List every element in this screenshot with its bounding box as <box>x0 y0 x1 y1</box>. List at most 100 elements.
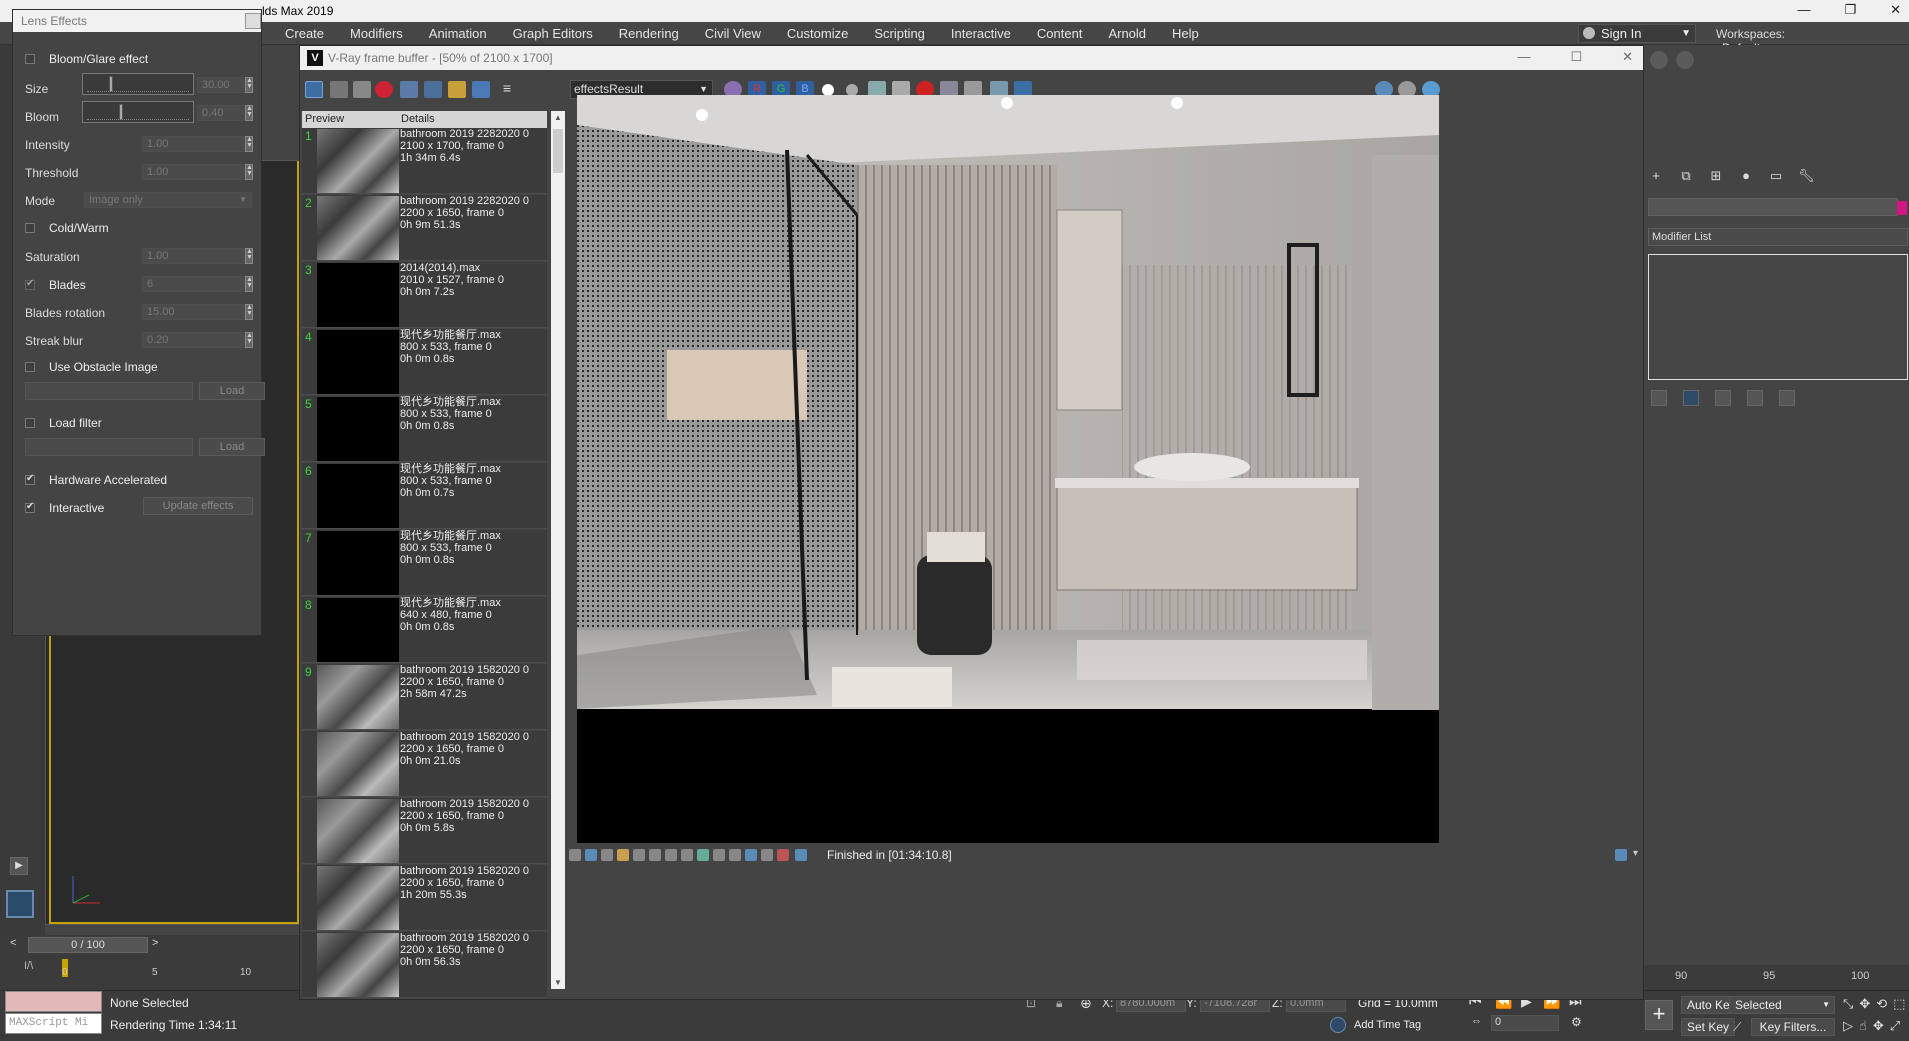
b-icon[interactable] <box>448 81 466 98</box>
right-track-bar[interactable]: 90 95 100 <box>1643 965 1909 990</box>
hardware-accelerated-checkbox[interactable] <box>25 473 35 485</box>
update-effects-button[interactable]: Update effects <box>143 497 253 515</box>
hierarchy-tab-icon[interactable]: ⊞ <box>1708 168 1724 184</box>
maxscript-listener-top[interactable] <box>5 991 102 1012</box>
exposure-icon[interactable] <box>697 849 709 861</box>
remove-modifier-icon[interactable] <box>1747 390 1763 406</box>
menu-animation[interactable]: Animation <box>416 26 500 41</box>
history-item[interactable]: 4 现代乡功能餐厅.max 800 x 533, frame 0 0h 0m 0.8s <box>302 329 547 395</box>
history-item[interactable]: bathroom 2019 1582020 0 2200 x 1650, fram… <box>302 865 547 931</box>
key-mode-icon[interactable]: ⇔ <box>1471 1015 1482 1027</box>
copy-to-max-icon[interactable] <box>400 81 418 98</box>
render-setup-icon[interactable] <box>1676 51 1694 69</box>
stats-icon[interactable] <box>633 849 645 861</box>
threshold-spinner[interactable]: ▲ ▼ <box>245 164 253 180</box>
load-filter-checkbox[interactable] <box>25 418 35 428</box>
vfb-maximize-button[interactable]: ☐ <box>1570 49 1582 65</box>
mode-dropdown[interactable]: Image only ▼ <box>84 192 252 208</box>
color-correction-icon[interactable] <box>617 849 629 861</box>
selected-dropdown[interactable]: Selected ▼ <box>1729 996 1835 1014</box>
blades-field[interactable]: 6 <box>142 276 252 292</box>
next-frame-icon[interactable]: > <box>152 937 158 949</box>
viewport-layout-button[interactable] <box>6 890 34 918</box>
time-tag-icon[interactable] <box>1330 1017 1346 1033</box>
render-icon[interactable] <box>1650 51 1668 69</box>
menu-create[interactable]: Create <box>272 26 337 41</box>
menu-icon[interactable]: ≡ <box>498 81 516 98</box>
lens-effects-icon[interactable] <box>777 849 789 861</box>
show-end-result-icon[interactable] <box>1683 390 1699 406</box>
vfb-close-button[interactable]: ✕ <box>1622 49 1633 65</box>
interactive-checkbox[interactable] <box>25 501 35 513</box>
history-item[interactable]: bathroom 2019 1582020 0 2200 x 1650, fram… <box>302 731 547 797</box>
display-tab-icon[interactable]: ▭ <box>1768 168 1784 184</box>
menu-help[interactable]: Help <box>1159 26 1212 41</box>
clear-icon[interactable] <box>375 81 393 98</box>
lens-icon[interactable] <box>601 849 613 861</box>
track-bar[interactable]: I/\ 0 5 10 <box>0 957 300 987</box>
saturation-field[interactable]: 1.00 <box>142 248 252 264</box>
menu-interactive[interactable]: Interactive <box>938 26 1024 41</box>
streak-blur-spinner[interactable]: ▲ ▼ <box>245 332 253 348</box>
set-key-icon[interactable]: + <box>1645 1000 1673 1030</box>
minimize-button[interactable]: — <box>1797 2 1810 18</box>
modifier-list-dropdown[interactable]: Modifier List <box>1648 228 1908 246</box>
history-item[interactable]: 2 bathroom 2019 2282020 0 2200 x 1650, fra… <box>302 195 547 261</box>
blades-spinner[interactable]: ▲ ▼ <box>245 276 253 292</box>
history-toggle-icon[interactable] <box>569 849 581 861</box>
load-obstacle-button[interactable]: Load <box>199 382 265 400</box>
make-unique-icon[interactable] <box>1715 390 1731 406</box>
obstacle-image-field[interactable] <box>25 382 193 400</box>
blades-rotation-field[interactable]: 15.00 <box>142 304 252 320</box>
expand-icon[interactable]: ▾ <box>1633 848 1638 859</box>
intensity-spinner[interactable]: ▲ ▼ <box>245 136 253 152</box>
history-item[interactable]: bathroom 2019 1582020 0 2200 x 1650, fram… <box>302 798 547 864</box>
motion-tab-icon[interactable]: ● <box>1738 168 1754 184</box>
prev-frame-icon[interactable]: < <box>10 937 16 949</box>
vfb-minimize-button[interactable]: — <box>1517 49 1530 65</box>
blades-checkbox[interactable] <box>25 278 35 290</box>
close-button[interactable]: ✕ <box>1890 2 1901 18</box>
configure-modifier-sets-icon[interactable] <box>1779 390 1795 406</box>
intensity-field[interactable]: 1.00 <box>142 136 252 152</box>
history-item[interactable]: 1 bathroom 2019 2282020 0 2100 x 1700, fra… <box>302 128 547 194</box>
fit-icon[interactable] <box>1615 849 1627 861</box>
filter-field[interactable] <box>25 438 193 456</box>
col-preview[interactable]: Preview <box>305 113 344 125</box>
denoise-icon[interactable] <box>761 849 773 861</box>
menu-graph-editors[interactable]: Graph Editors <box>500 26 606 41</box>
cold-warm-checkbox[interactable] <box>25 223 35 233</box>
time-slider[interactable]: 0 / 100 <box>28 937 148 953</box>
scroll-up-icon[interactable]: ▲ <box>554 113 562 122</box>
viewport-nav-icons[interactable]: ⤡✥⟲⬚ <box>1843 996 1909 1012</box>
current-frame-field[interactable]: 0 <box>1491 1015 1559 1031</box>
levels-icon[interactable] <box>681 849 693 861</box>
history-scrollbar[interactable]: ▲ ▼ <box>551 111 565 989</box>
save-all-icon[interactable] <box>353 81 371 98</box>
filmic-icon[interactable] <box>795 849 807 861</box>
restore-button[interactable]: ❐ <box>1844 2 1856 18</box>
load-filter-button[interactable]: Load <box>199 438 265 456</box>
pin-stack-icon[interactable] <box>1651 390 1667 406</box>
size-field[interactable]: 30.00 <box>197 77 251 93</box>
history-item[interactable]: 6 现代乡功能餐厅.max 800 x 533, frame 0 0h 0m 0.7s <box>302 463 547 529</box>
object-color-swatch[interactable] <box>1897 201 1907 215</box>
menu-arnold[interactable]: Arnold <box>1095 26 1159 41</box>
maxscript-mini-listener[interactable]: MAXScript Mi <box>5 1013 102 1034</box>
compare-icon[interactable] <box>649 849 661 861</box>
history-item[interactable]: 8 现代乡功能餐厅.max 640 x 480, frame 0 0h 0m 0.8s <box>302 597 547 663</box>
size-spinner[interactable]: ▲ ▼ <box>245 77 253 93</box>
streak-blur-field[interactable]: 0.20 <box>142 332 252 348</box>
utilities-tab-icon[interactable]: 🔧︎ <box>1798 168 1815 184</box>
col-details[interactable]: Details <box>401 113 435 125</box>
scroll-down-icon[interactable]: ▼ <box>554 978 562 987</box>
add-time-tag[interactable]: Add Time Tag <box>1354 1019 1421 1031</box>
menu-content[interactable]: Content <box>1024 26 1096 41</box>
create-tab-icon[interactable]: + <box>1648 168 1664 184</box>
time-config-icon[interactable]: ⚙ <box>1571 1015 1582 1029</box>
menu-civil-view[interactable]: Civil View <box>692 26 774 41</box>
use-obstacle-checkbox[interactable] <box>25 362 35 372</box>
viewport-nav-icons-2[interactable]: ▷☝✥⤢ <box>1843 1018 1906 1034</box>
close-icon[interactable] <box>245 13 261 29</box>
blades-rotation-spinner[interactable]: ▲ ▼ <box>245 304 253 320</box>
